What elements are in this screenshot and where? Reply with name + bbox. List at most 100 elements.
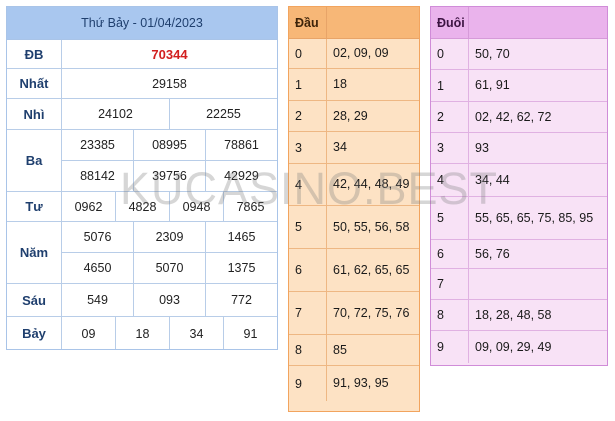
tail-digit-row: 2 02, 42, 62, 72 — [431, 102, 607, 133]
prize-label: Nhất — [7, 69, 62, 98]
head-digit-numbers: 61, 62, 65, 65 — [333, 262, 410, 277]
head-digit-row: 9 91, 93, 95 — [289, 366, 419, 401]
prize-number: 0962 — [74, 199, 103, 214]
prize-number: 18 — [115, 317, 169, 349]
head-digit-digit: 5 — [289, 206, 327, 248]
head-digit-digit: 1 — [289, 69, 327, 100]
tail-digit-row: 8 18, 28, 48, 58 — [431, 300, 607, 331]
head-digit-numbers: 85 — [333, 342, 347, 357]
head-digit-row: 6 61, 62, 65, 65 — [289, 249, 419, 292]
tail-digit-row: 0 50, 70 — [431, 39, 607, 70]
head-digit-row: 4 42, 44, 48, 49 — [289, 164, 419, 206]
prize-number: 08995 — [133, 130, 205, 160]
head-digit-numbers: 28, 29 — [333, 108, 368, 123]
prize-row: Ba 23385 08995 78861 88142 39756 42929 — [7, 130, 277, 192]
prize-label: Năm — [7, 222, 62, 283]
prize-row: Sáu 549 093 772 — [7, 284, 277, 317]
head-digit-row: 2 28, 29 — [289, 101, 419, 132]
head-digit-numbers: 34 — [333, 140, 347, 154]
prize-label: Sáu — [7, 284, 62, 316]
tail-digit-digit: 0 — [431, 39, 469, 69]
prize-number: 22255 — [169, 99, 277, 129]
prize-values: 09 18 34 91 — [62, 317, 277, 349]
head-digit-digit: 9 — [289, 366, 327, 401]
tail-digit-digit: 2 — [431, 102, 469, 132]
prize-number: 1465 — [205, 222, 277, 252]
prize-number: 4650 — [83, 261, 112, 275]
prize-label: Nhì — [7, 99, 62, 129]
head-digit-digit: 4 — [289, 164, 327, 205]
tail-digit-rows: 0 50, 70 1 61, 91 2 02, 42, 62, 72 3 93 4 34, 44 5… — [431, 39, 607, 363]
special-prize-number: 70344 — [151, 46, 188, 62]
prize-values: 23385 08995 78861 88142 39756 42929 — [62, 130, 277, 191]
head-digit-header-blank — [327, 7, 419, 38]
prize-value-row: 23385 08995 78861 — [62, 130, 277, 160]
prize-row: Năm 5076 2309 1465 4650 5070 1375 — [7, 222, 277, 284]
prize-values: 24102 22255 — [62, 99, 277, 129]
tail-digit-numbers: 18, 28, 48, 58 — [475, 307, 552, 322]
head-digit-row: 8 85 — [289, 335, 419, 366]
head-digit-digit: 3 — [289, 132, 327, 163]
tail-digit-digit: 3 — [431, 133, 469, 163]
prize-rows: ĐB 70344 Nhất 29158 Nhì 24102 22255 Ba 23385 0899… — [7, 40, 277, 349]
prize-number: 42929 — [205, 161, 277, 191]
tail-digit-numbers: 02, 42, 62, 72 — [475, 109, 552, 124]
results-date-header: Thứ Bảy - 01/04/2023 — [7, 7, 277, 40]
prize-number: 4828 — [115, 192, 169, 221]
tail-digit-row: 9 09, 09, 29, 49 — [431, 331, 607, 363]
prize-row: ĐB 70344 — [7, 40, 277, 69]
prize-row: Nhì 24102 22255 — [7, 99, 277, 130]
prize-values: 0962 4828 0948 7865 — [62, 192, 277, 221]
tail-digit-numbers: 56, 76 — [475, 246, 510, 261]
prize-number: 5070 — [133, 253, 205, 283]
prize-number: 772 — [205, 284, 277, 316]
head-digit-digit: 8 — [289, 335, 327, 365]
head-digit-digit: 6 — [289, 249, 327, 291]
prize-number: 91 — [223, 317, 277, 349]
tail-digit-digit: 1 — [431, 70, 469, 101]
head-digit-row: 5 50, 55, 56, 58 — [289, 206, 419, 249]
prize-values: 70344 — [62, 40, 277, 68]
tail-digit-row: 6 56, 76 — [431, 240, 607, 269]
tail-digit-table: Đuôi 0 50, 70 1 61, 91 2 02, 42, 62, 72 3 93 4 34… — [430, 6, 608, 366]
prize-number: 29158 — [152, 76, 187, 91]
prize-value-row: 549 093 772 — [62, 284, 277, 316]
prize-row: Tư 0962 4828 0948 7865 — [7, 192, 277, 222]
tail-digit-header: Đuôi — [431, 7, 607, 39]
prize-value-row: 88142 39756 42929 — [62, 160, 277, 191]
tail-digit-row: 7 — [431, 269, 607, 300]
tail-digit-digit: 6 — [431, 240, 469, 268]
head-digit-numbers: 50, 55, 56, 58 — [333, 219, 410, 234]
prize-label: Ba — [7, 130, 62, 191]
head-digit-numbers: 42, 44, 48, 49 — [333, 177, 410, 191]
head-digit-rows: 0 02, 09, 09 1 18 2 28, 29 3 34 4 42, 44, 48, 49 5… — [289, 39, 419, 401]
tail-digit-numbers: 50, 70 — [475, 46, 510, 61]
tail-digit-row: 5 55, 65, 65, 75, 85, 95 — [431, 197, 607, 240]
lottery-results-table: Thứ Bảy - 01/04/2023 ĐB 70344 Nhất 29158 Nhì… — [6, 6, 278, 350]
tail-digit-digit: 7 — [431, 269, 469, 299]
tail-digit-numbers: 09, 09, 29, 49 — [475, 339, 552, 354]
prize-row: Bảy 09 18 34 91 — [7, 317, 277, 349]
tail-digit-digit: 9 — [431, 331, 469, 363]
head-digit-digit: 0 — [289, 39, 327, 68]
head-digit-row: 3 34 — [289, 132, 419, 164]
tail-digit-row: 1 61, 91 — [431, 70, 607, 102]
prize-row: Nhất 29158 — [7, 69, 277, 99]
head-digit-digit: 2 — [289, 101, 327, 131]
prize-values: 29158 — [62, 69, 277, 98]
prize-label: ĐB — [7, 40, 62, 68]
prize-value-row: 5076 2309 1465 — [62, 222, 277, 252]
prize-values: 5076 2309 1465 4650 5070 1375 — [62, 222, 277, 283]
head-digit-row: 7 70, 72, 75, 76 — [289, 292, 419, 335]
prize-value-row: 4650 5070 1375 — [62, 252, 277, 283]
tail-digit-numbers — [469, 269, 607, 299]
tail-digit-digit: 5 — [431, 197, 469, 239]
prize-number: 093 — [133, 284, 205, 316]
head-digit-numbers: 18 — [333, 77, 347, 91]
head-digit-numbers: 70, 72, 75, 76 — [333, 305, 410, 320]
prize-number: 0948 — [169, 192, 223, 221]
prize-value-row: 0962 4828 0948 7865 — [62, 192, 277, 221]
prize-number: 88142 — [80, 169, 115, 183]
tail-digit-numbers: 34, 44 — [475, 172, 510, 187]
prize-label: Bảy — [7, 317, 62, 349]
